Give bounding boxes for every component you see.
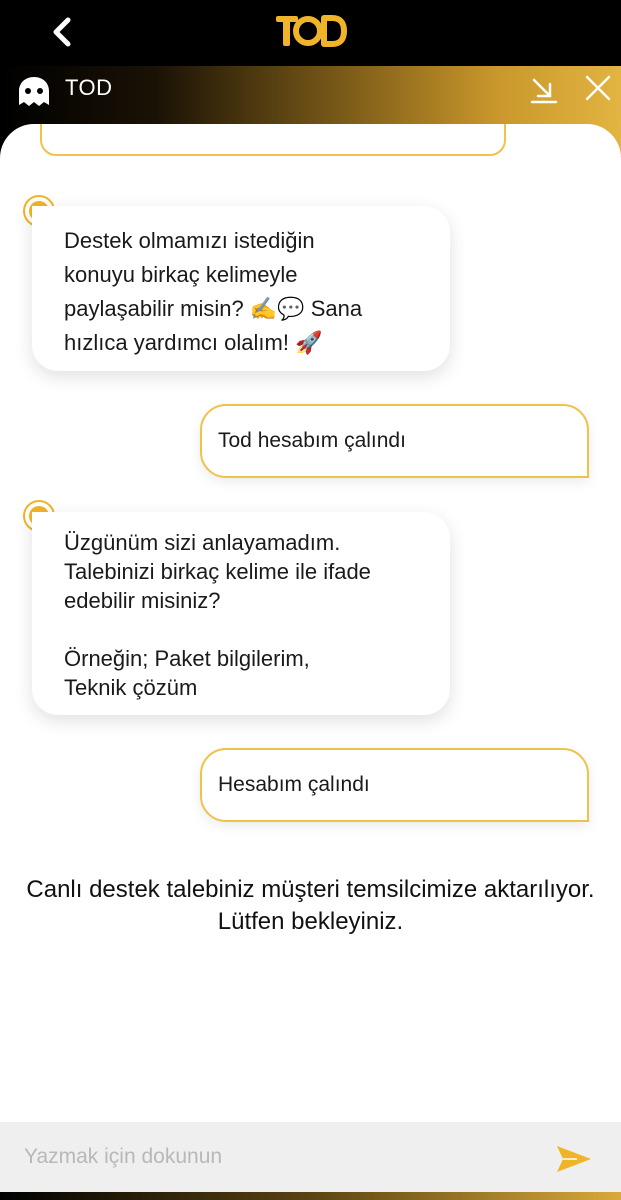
chat-header-title: TOD xyxy=(65,75,113,100)
send-icon[interactable] xyxy=(555,1143,593,1175)
user-message-text: Hesabım çalındı xyxy=(218,773,370,796)
ghost-bot-icon xyxy=(19,77,49,106)
bot-message-text: Üzgünüm sizi anlayamadım. Talebinizi bir… xyxy=(64,530,371,700)
message-input[interactable] xyxy=(0,1122,540,1192)
bottom-strip xyxy=(0,1192,621,1200)
back-button[interactable] xyxy=(44,14,80,50)
user-message-bubble: Hesabım çalındı xyxy=(200,748,589,822)
bot-message-bubble: Üzgünüm sizi anlayamadım. Talebinizi bir… xyxy=(32,512,450,715)
minimize-download-icon[interactable] xyxy=(528,74,560,106)
chat-body: Destek olmamızı istediğin konuyu birkaç … xyxy=(0,124,621,1200)
previous-message-bubble xyxy=(40,124,506,156)
chevron-left-icon xyxy=(53,17,71,47)
input-bar xyxy=(0,1122,621,1192)
user-message-bubble: Tod hesabım çalındı xyxy=(200,404,589,478)
app-bar xyxy=(0,0,621,66)
system-message: Canlı destek talebiniz müşteri temsilcim… xyxy=(26,876,595,935)
close-icon[interactable] xyxy=(582,72,614,104)
tod-logo xyxy=(274,12,348,57)
user-message-text: Tod hesabım çalındı xyxy=(218,429,406,452)
bot-message-text: Destek olmamızı istediğin konuyu birkaç … xyxy=(64,228,363,355)
bot-message-bubble: Destek olmamızı istediğin konuyu birkaç … xyxy=(32,206,450,371)
